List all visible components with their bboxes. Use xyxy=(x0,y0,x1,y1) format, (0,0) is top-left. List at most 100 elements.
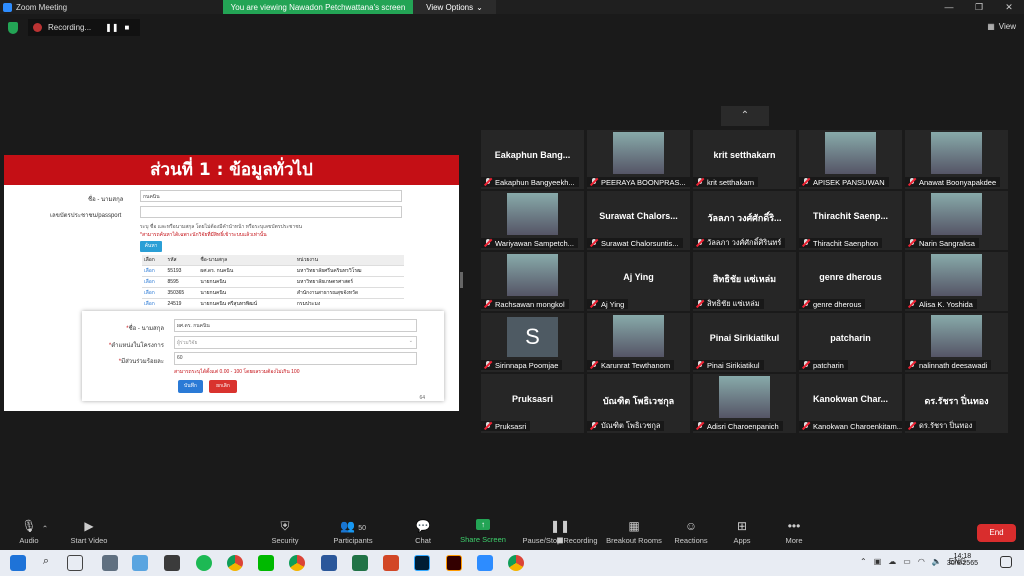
illustrator-icon[interactable] xyxy=(446,555,462,571)
zoom-window: Zoom Meeting You are viewing Nawadon Pet… xyxy=(0,0,1024,576)
share-screen-button[interactable]: ↑ Share Screen xyxy=(454,519,512,544)
excel-icon[interactable] xyxy=(352,555,368,571)
chrome-icon[interactable] xyxy=(508,555,524,571)
participants-button[interactable]: 👥 50 Participants xyxy=(324,519,382,545)
cloud-icon[interactable]: ☁ xyxy=(888,557,896,566)
security-shield-icon[interactable] xyxy=(8,22,18,34)
participant-tile[interactable]: สิทธิชัย แซ่เหล่ม สิทธิชัย แซ่เหล่ม xyxy=(693,252,796,311)
participant-tile[interactable]: Pruksasri Pruksasri xyxy=(481,374,584,433)
chat-button[interactable]: 💬 Chat xyxy=(394,519,452,545)
participant-tile[interactable]: Wariyawan Sampetch... xyxy=(481,191,584,250)
participant-tile[interactable]: PEERAYA BOONPRAS... xyxy=(587,130,690,189)
participant-tile[interactable]: Narin Sangraksa xyxy=(905,191,1008,250)
participant-tile[interactable]: APISEK PANSUWAN xyxy=(799,130,902,189)
participant-tile[interactable]: Adisri Charoenpanich xyxy=(693,374,796,433)
view-button[interactable]: ▦ View xyxy=(987,22,1016,31)
view-options-button[interactable]: View Options ⌄ xyxy=(413,0,496,14)
close-button[interactable]: ✕ xyxy=(994,0,1024,14)
participant-display-name: Eakaphun Bang... xyxy=(494,150,571,160)
shield-icon: ⛨ xyxy=(280,519,290,533)
participant-name-bar: Anawat Boonyapakdee xyxy=(905,177,1001,187)
search-icon[interactable]: ⌕ xyxy=(38,555,54,571)
maximize-button[interactable]: ❐ xyxy=(964,0,994,14)
notification-icon[interactable] xyxy=(1000,556,1012,568)
row-name: นายกนคนิน xyxy=(198,276,295,288)
stop-recording-icon[interactable]: ■ xyxy=(125,23,130,32)
photoshop-icon[interactable] xyxy=(414,555,430,571)
search-button[interactable]: ค้นหา xyxy=(140,241,162,252)
security-button[interactable]: ⛨ Security xyxy=(256,519,314,545)
line-icon[interactable] xyxy=(258,555,274,571)
minimize-button[interactable]: — xyxy=(934,0,964,14)
participant-tile[interactable]: Thirachit Saenp... Thirachit Saenphon xyxy=(799,191,902,250)
participant-tile[interactable]: ดร.รัชรา ปิ่นทอง ดร.รัชรา ปิ่นทอง xyxy=(905,374,1008,433)
participant-tile[interactable]: Kanokwan Char... Kanokwan Charoenkitam... xyxy=(799,374,902,433)
game-icon[interactable] xyxy=(164,555,180,571)
apps-button[interactable]: ⊞ Apps xyxy=(713,519,771,545)
audio-options-button[interactable]: ⌃ xyxy=(40,524,50,533)
participant-tile[interactable]: บัณฑิต โพธิเวชกุล บัณฑิต โพธิเวชกุล xyxy=(587,374,690,433)
speaker-icon[interactable]: 🔈 xyxy=(932,557,942,566)
word-icon[interactable] xyxy=(321,555,337,571)
start-video-button[interactable]: ▶ Start Video xyxy=(60,519,118,545)
name-label: ชื่อ - นามสกุล xyxy=(88,197,124,203)
participant-tile[interactable]: Pinai Sirikiatikul Pinai Sirikiatikul xyxy=(693,313,796,372)
participant-tile[interactable]: Aj Ying Aj Ying xyxy=(587,252,690,311)
pause-recording-icon[interactable]: ❚❚ xyxy=(105,23,118,32)
participant-tile[interactable]: krit setthakarn krit setthakarn xyxy=(693,130,796,189)
participant-tile[interactable]: patcharin patcharin xyxy=(799,313,902,372)
select-link[interactable]: เลือก xyxy=(142,287,166,299)
pct-note: สามารถระบุได้ตั้งแต่ 0.00 - 100 โดยผลรวม… xyxy=(174,369,300,375)
search-hint: ระบุ ชื่อ และหรือนามสกุล โดยไม่ต้องมีคำน… xyxy=(140,224,303,230)
participant-tile[interactable]: Anawat Boonyapakdee xyxy=(905,130,1008,189)
clock[interactable]: 14:18 30/6/2565 xyxy=(947,553,978,567)
participant-tile[interactable]: genre dherous genre dherous xyxy=(799,252,902,311)
gallery-up-button[interactable]: ⌃ xyxy=(721,106,769,126)
task-view-icon[interactable] xyxy=(67,555,83,571)
participant-tile[interactable]: Karunrat Tewthanom xyxy=(587,313,690,372)
reactions-button[interactable]: ☺ Reactions xyxy=(662,519,720,545)
muted-mic-icon xyxy=(484,422,492,430)
calculator-icon[interactable] xyxy=(102,555,118,571)
participant-tile[interactable]: Alisa K. Yoshida xyxy=(905,252,1008,311)
start-icon[interactable] xyxy=(10,555,26,571)
cancel-button[interactable]: ยกเลิก xyxy=(209,380,237,393)
chevron-up-icon[interactable]: ⌃ xyxy=(860,557,867,566)
participant-display-name: วัลลภา วงศ์ศักดิ์ริ... xyxy=(707,213,782,223)
chrome-icon[interactable] xyxy=(289,555,305,571)
participant-name-bar: Karunrat Tewthanom xyxy=(587,360,675,370)
id-search-input[interactable] xyxy=(140,206,402,218)
role-select[interactable]: ผู้ร่วมวิจัย ⌄ xyxy=(174,336,417,349)
participant-tile[interactable]: nalinnath deesawadi xyxy=(905,313,1008,372)
wifi-icon[interactable]: ◠ xyxy=(918,557,925,566)
more-button[interactable]: ••• More xyxy=(765,519,823,545)
files-icon[interactable] xyxy=(132,555,148,571)
participant-tile[interactable]: S Sirinnapa Poomjae xyxy=(481,313,584,372)
pause-stop-recording-button[interactable]: ❚❚ ■ Pause/Stop Recording xyxy=(520,519,600,547)
breakout-rooms-button[interactable]: ▦ Breakout Rooms xyxy=(603,519,665,545)
recording-dot-icon xyxy=(33,23,42,32)
save-button[interactable]: บันทึก xyxy=(178,380,203,393)
popup-name-input[interactable]: ผศ.ดร. กนคนิน xyxy=(174,319,417,332)
participant-tile[interactable]: Surawat Chalors... Surawat Chalorsuntis..… xyxy=(587,191,690,250)
id-label: เลขบัตรประชาชน/passport xyxy=(50,213,122,219)
name-search-input[interactable]: กนคนิน xyxy=(140,190,402,202)
participant-tile[interactable]: Rachsawan mongkol xyxy=(481,252,584,311)
security-label: Security xyxy=(271,536,299,545)
select-link[interactable]: เลือก xyxy=(142,276,166,288)
spotify-icon[interactable] xyxy=(196,555,212,571)
chrome-icon[interactable] xyxy=(227,555,243,571)
participant-tile[interactable]: Eakaphun Bang... Eakaphun Bangyeekh... xyxy=(481,130,584,189)
participant-tile[interactable]: วัลลภา วงศ์ศักดิ์ริ... วัลลภา วงศ์ศักดิ์ศ… xyxy=(693,191,796,250)
end-button[interactable]: End xyxy=(977,524,1016,542)
splitter-handle[interactable] xyxy=(460,272,463,288)
select-link[interactable]: เลือก xyxy=(142,298,166,310)
select-link[interactable]: เลือก xyxy=(142,265,166,277)
powerpoint-icon[interactable] xyxy=(383,555,399,571)
participant-name: genre dherous xyxy=(813,299,862,309)
battery-icon[interactable]: ▭ xyxy=(903,557,911,566)
zoom-icon[interactable] xyxy=(477,555,493,571)
window-title: Zoom Meeting xyxy=(16,2,68,12)
pct-input[interactable]: 60 xyxy=(174,352,417,365)
nvidia-icon[interactable]: ▣ xyxy=(874,557,882,566)
